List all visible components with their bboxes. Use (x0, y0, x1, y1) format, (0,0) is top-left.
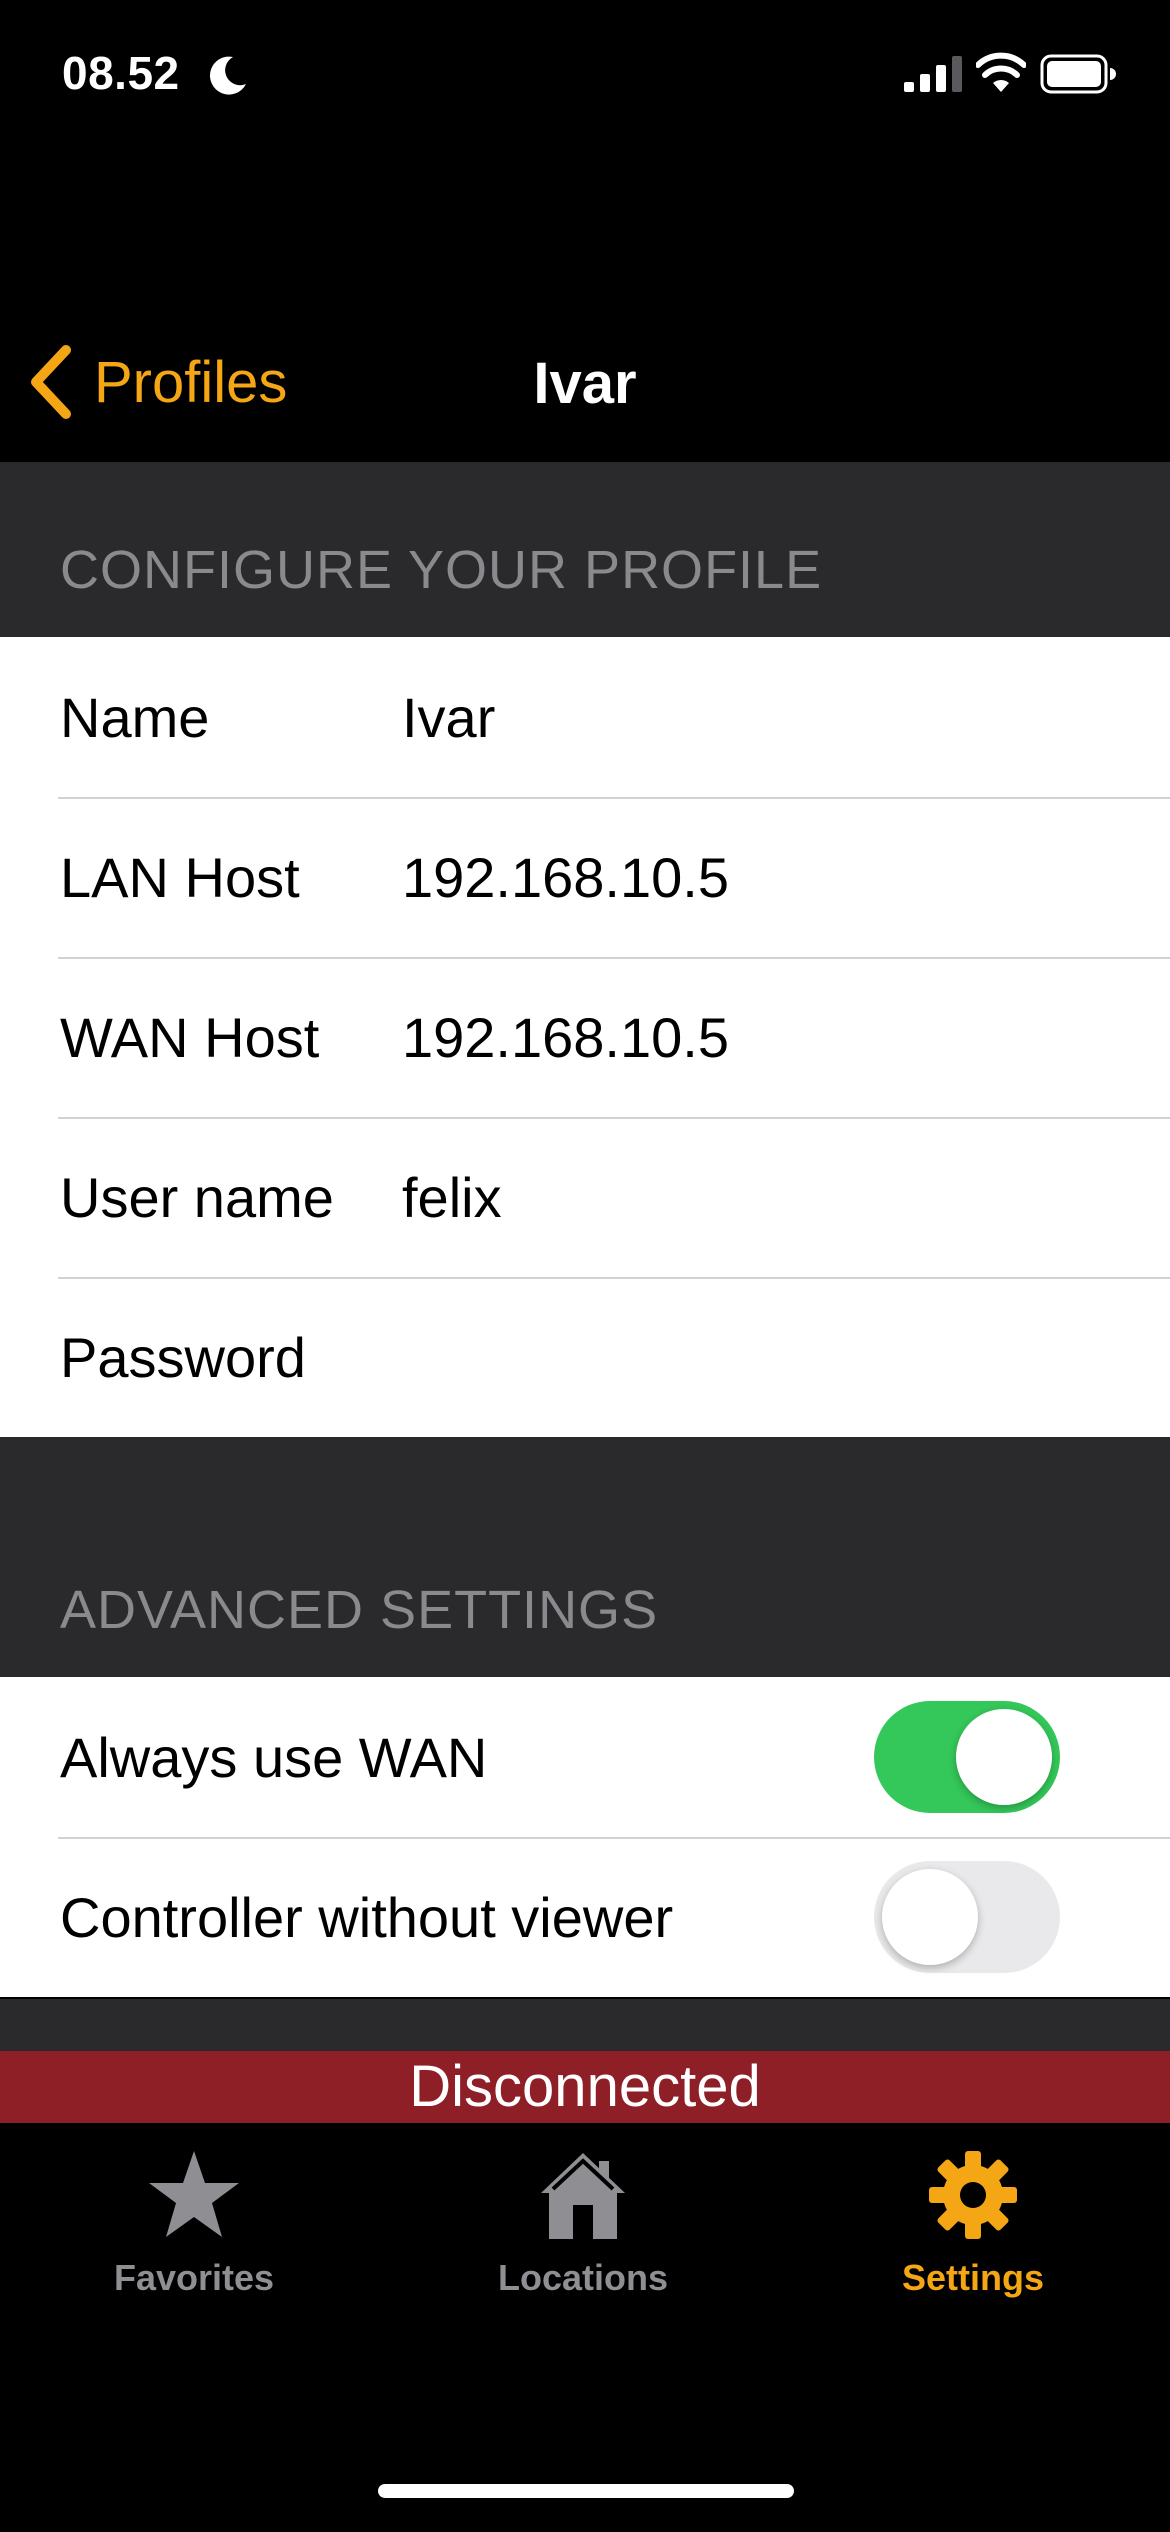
form-row-name: Name (0, 637, 1170, 797)
form-row-password: Password (0, 1277, 1170, 1437)
tab-settings[interactable]: Settings (843, 2147, 1103, 2327)
field-label-password: Password (60, 1325, 306, 1389)
screen: 08.52 Profiles Ivar CONFIGURE YOUR PROFI… (0, 0, 1170, 2532)
wifi-icon (976, 52, 1026, 92)
lan-host-field[interactable] (402, 844, 1150, 910)
field-label-name: Name (60, 685, 210, 749)
page-title: Ivar (533, 351, 637, 416)
home-indicator[interactable] (378, 2484, 794, 2498)
battery-icon (1040, 54, 1116, 94)
profile-form: Name LAN Host WAN Host User name Passwor… (0, 637, 1170, 1437)
name-field[interactable] (402, 684, 1150, 750)
star-icon (149, 2151, 239, 2237)
section-header-advanced: ADVANCED SETTINGS (0, 1437, 1170, 1677)
form-row-wan-host: WAN Host (0, 957, 1170, 1117)
gear-icon (929, 2151, 1017, 2239)
field-label-user-name: User name (60, 1165, 334, 1229)
setting-row-controller-without-viewer: Controller without viewer (0, 1837, 1170, 1997)
always-use-wan-toggle[interactable] (874, 1701, 1060, 1813)
wan-host-field[interactable] (402, 1004, 1150, 1070)
field-label-wan-host: WAN Host (60, 1005, 320, 1069)
setting-row-always-use-wan: Always use WAN (0, 1677, 1170, 1837)
tab-favorites[interactable]: Favorites (64, 2147, 324, 2327)
status-time: 08.52 (62, 47, 180, 99)
tab-bar: Favorites Locations Settings (0, 2123, 1170, 2373)
tab-label: Locations (497, 2257, 668, 2298)
setting-label-always-use-wan: Always use WAN (60, 1725, 488, 1789)
controller-without-viewer-toggle[interactable] (874, 1861, 1060, 1973)
section-footer (0, 1999, 1170, 2051)
cellular-signal-icon (904, 56, 962, 92)
tab-label: Settings (901, 2257, 1044, 2298)
tab-locations[interactable]: Locations (453, 2147, 713, 2327)
toggle-knob (956, 1709, 1052, 1805)
advanced-settings-list: Always use WAN Controller without viewer (0, 1677, 1170, 1997)
section-header-label: CONFIGURE YOUR PROFILE (60, 540, 823, 600)
connection-status-banner: Disconnected (0, 2051, 1170, 2123)
home-icon (541, 2153, 625, 2239)
field-label-lan-host: LAN Host (60, 845, 300, 909)
user-name-field[interactable] (402, 1164, 1150, 1230)
form-row-lan-host: LAN Host (0, 797, 1170, 957)
status-bar: 08.52 (0, 0, 1170, 150)
toggle-knob (882, 1869, 978, 1965)
navigation-bar: Profiles Ivar (0, 330, 1170, 430)
moon-icon (209, 56, 246, 95)
tab-label: Favorites (113, 2257, 275, 2298)
section-header-label: ADVANCED SETTINGS (60, 1580, 659, 1640)
password-field[interactable] (402, 1324, 1150, 1390)
form-row-user-name: User name (0, 1117, 1170, 1277)
setting-label-controller-without-viewer: Controller without viewer (60, 1885, 674, 1949)
section-header-profile: CONFIGURE YOUR PROFILE (0, 462, 1170, 637)
